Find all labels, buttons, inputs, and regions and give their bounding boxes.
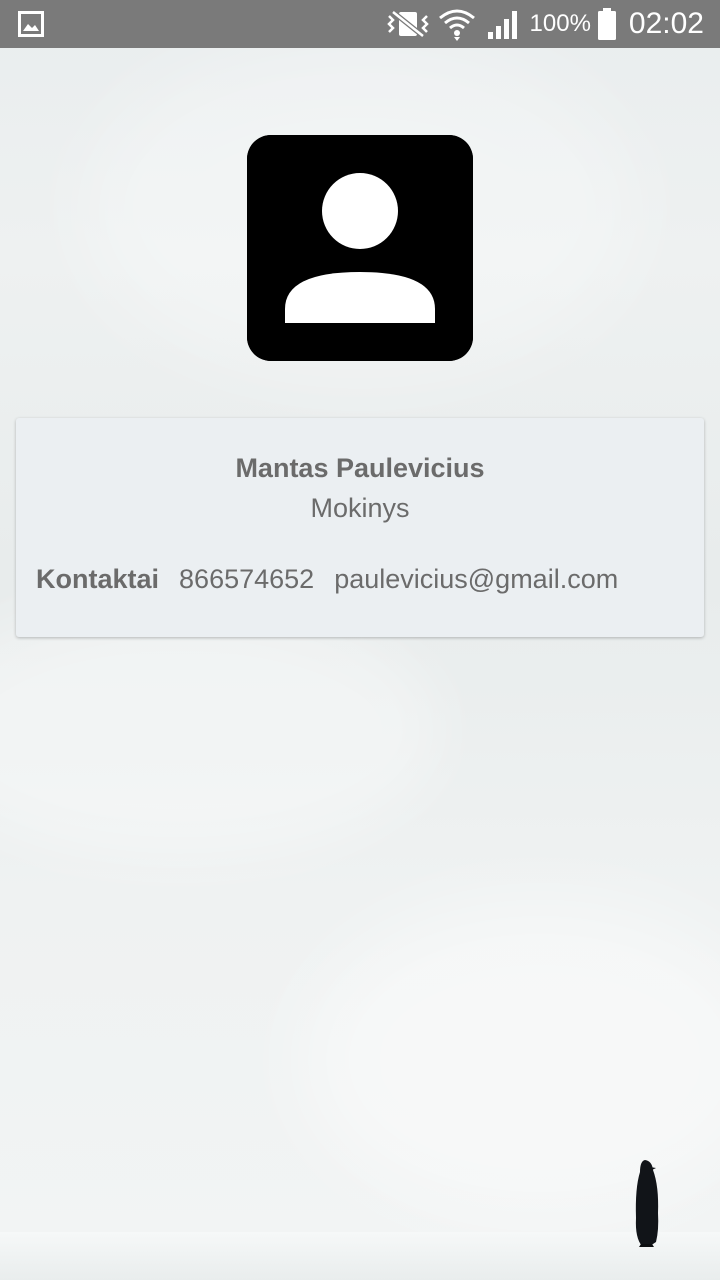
profile-role: Mokinys: [310, 493, 410, 523]
snow-ground: [0, 1232, 720, 1280]
battery-icon: [597, 8, 616, 40]
battery-percent: 100%: [529, 10, 591, 37]
signal-icon: [487, 11, 517, 39]
avatar: [247, 135, 473, 361]
contacts-row: Kontaktai 866574652 paulevicius@gmail.co…: [36, 561, 618, 597]
wifi-icon: [438, 9, 475, 41]
phone-number[interactable]: 866574652: [179, 561, 314, 597]
status-icons: 100% 02:02: [384, 0, 704, 48]
vibrate-icon: [386, 10, 429, 38]
penguin-figure: [635, 1160, 659, 1247]
profile-screen: 100% 02:02 Mantas Paulevicius Mokinys Ko…: [0, 0, 720, 1280]
profile-card: Mantas Paulevicius Mokinys Kontaktai 866…: [16, 418, 704, 637]
profile-name: Mantas Paulevicius: [235, 453, 485, 483]
gallery-notification-icon: [18, 11, 44, 37]
contacts-label: Kontaktai: [36, 564, 160, 594]
clock: 02:02: [628, 7, 704, 40]
background-fog: [0, 600, 440, 860]
status-bar: 100% 02:02: [0, 0, 720, 48]
email-address[interactable]: paulevicius@gmail.com: [334, 561, 618, 597]
account-box-icon: [247, 135, 473, 361]
